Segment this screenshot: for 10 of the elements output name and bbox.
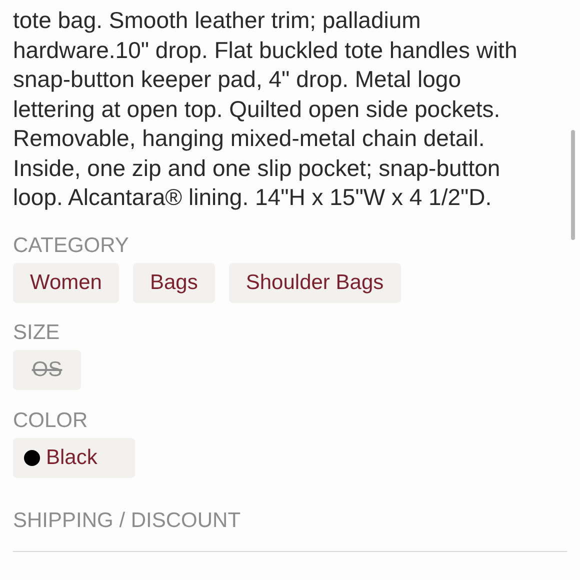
color-option[interactable]: Black — [13, 438, 135, 478]
category-chip[interactable]: Shoulder Bags — [228, 262, 401, 302]
section-label: SIZE — [13, 320, 61, 346]
section-label: SHIPPING / DISCOUNT — [13, 508, 242, 534]
color-name: Black — [46, 444, 98, 471]
category-chip[interactable]: Women — [13, 262, 119, 302]
product-description: tote bag. Smooth leather trim; palladium hardware.10" drop. Flat buckled tote handles with snap-button keeper pad, 4" drop. Metal logo lettering at open top. Quilted open side pockets. Removable, hanging mixed-metal chain detail. Inside, one zip and one slip pocket; snap-button loop. Alcantara® lining. 14"H x 15"W x 4 1/2"D. — [13, 6, 518, 212]
section-label: COLOR — [13, 408, 89, 434]
category-chip[interactable]: Bags — [132, 262, 215, 302]
section-label: CATEGORY — [13, 232, 130, 258]
